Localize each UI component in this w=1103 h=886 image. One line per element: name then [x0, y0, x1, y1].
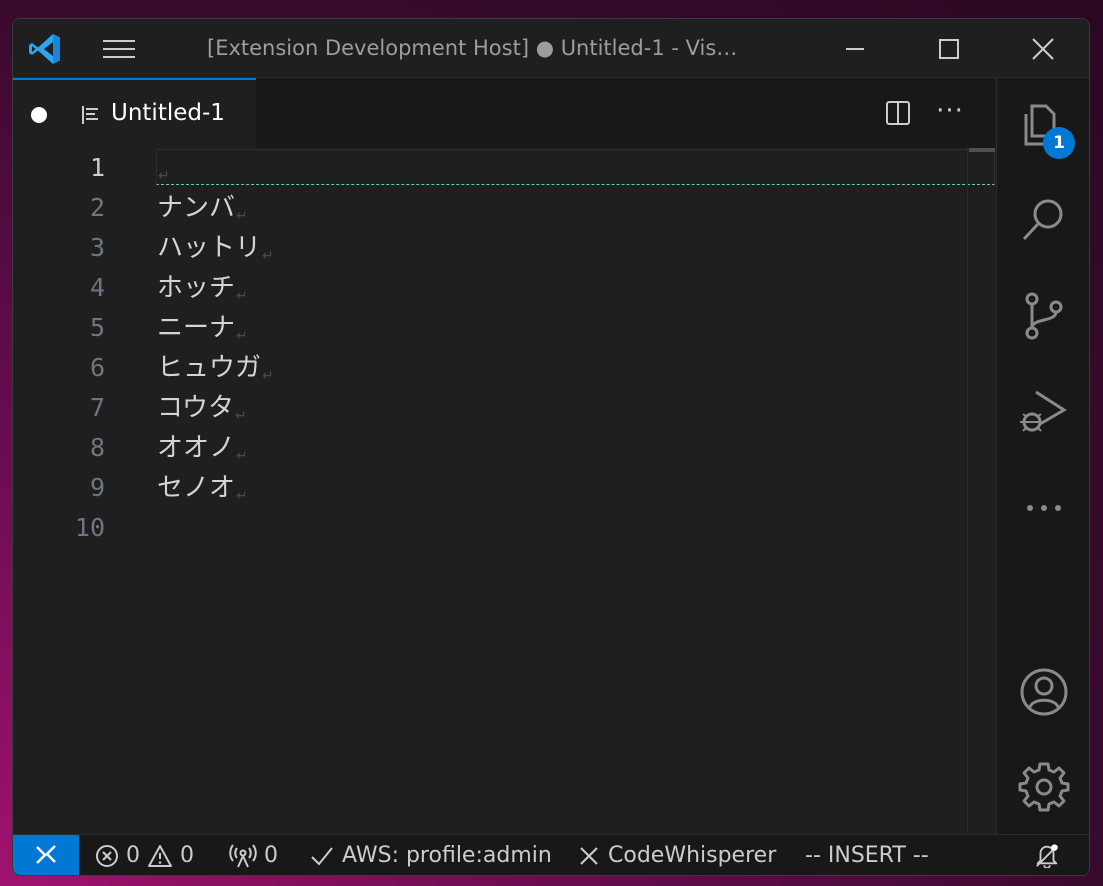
eol-marker: ↵ — [234, 408, 247, 424]
maximize-icon — [939, 39, 959, 59]
line-number: 3 — [89, 233, 105, 262]
eol-marker: ↵ — [236, 288, 248, 304]
line-number: 7 — [89, 393, 105, 422]
broadcast-icon — [229, 844, 257, 868]
accounts-icon[interactable] — [1018, 666, 1070, 718]
line-number: 4 — [89, 273, 105, 302]
eol-marker: ↵ — [236, 448, 248, 464]
line-text: ハットリ — [157, 233, 262, 263]
notifications-bell-icon[interactable] — [1033, 842, 1061, 868]
line-text: セノオ — [157, 473, 236, 503]
eol-marker: ↵ — [262, 248, 274, 264]
split-editor-icon[interactable] — [885, 100, 911, 126]
code-line[interactable]: ホッチ↵ — [157, 268, 248, 308]
maximize-button[interactable] — [919, 27, 979, 71]
activity-bar — [996, 78, 1089, 834]
error-icon — [96, 845, 118, 867]
line-text: ニーナ — [157, 313, 236, 343]
editor-tab-bar: Untitled-1 — [13, 78, 995, 148]
line-number: 2 — [89, 193, 105, 222]
code-line[interactable]: ハットリ↵ — [157, 228, 274, 268]
eol-marker: ↵ — [262, 368, 274, 384]
eol-marker: ↵ — [158, 168, 170, 184]
remote-icon — [36, 845, 56, 864]
vscode-window: [Extension Development Host] ● Untitled-… — [12, 18, 1090, 876]
eol-marker: ↵ — [236, 208, 248, 224]
eol-marker: ↵ — [236, 488, 248, 504]
source-control-icon[interactable] — [1018, 290, 1070, 342]
code-line[interactable]: コウタ↵ — [157, 388, 247, 428]
tab-label: Untitled-1 — [111, 100, 225, 126]
editor-area[interactable]: 1 2 3 4 5 6 7 8 9 10 ↵ ナンバ↵ ハットリ↵ ホッチ↵ ニ… — [13, 148, 995, 834]
line-number: 1 — [89, 153, 105, 182]
code-line[interactable]: ↵ — [157, 148, 170, 188]
tab-untitled-1[interactable]: Untitled-1 — [13, 78, 256, 148]
vscode-logo-icon — [29, 34, 60, 64]
text-file-icon — [82, 106, 98, 124]
window-title: [Extension Development Host] ● Untitled-… — [207, 36, 738, 60]
title-bar: [Extension Development Host] ● Untitled-… — [13, 19, 1089, 78]
run-debug-icon[interactable] — [1018, 384, 1070, 436]
remote-indicator-button[interactable] — [13, 835, 79, 875]
line-number: 6 — [89, 353, 105, 382]
line-text: ヒュウガ — [157, 353, 262, 383]
close-icon — [1032, 38, 1054, 60]
ports-status[interactable]: 0 — [229, 843, 278, 869]
close-button[interactable] — [1013, 27, 1073, 71]
minimize-icon — [846, 48, 864, 50]
minimap-divider — [967, 148, 968, 834]
search-icon[interactable] — [1018, 194, 1070, 246]
line-text: コウタ — [157, 393, 234, 423]
scrollbar-thumb[interactable] — [969, 148, 995, 152]
minimize-button[interactable] — [825, 27, 885, 71]
settings-gear-icon[interactable] — [1018, 760, 1070, 812]
warning-count: 0 — [180, 843, 194, 868]
line-number: 8 — [89, 433, 105, 462]
code-line[interactable]: ナンバ↵ — [157, 188, 248, 228]
explorer-badge: 1 — [1043, 127, 1075, 159]
eol-marker: ↵ — [236, 328, 248, 344]
ports-count: 0 — [264, 843, 278, 868]
problems-status[interactable]: 0 0 — [95, 843, 194, 869]
line-number: 9 — [89, 473, 105, 502]
check-icon — [311, 847, 333, 866]
x-icon — [580, 847, 598, 865]
line-text: ナンバ — [157, 193, 236, 223]
code-line[interactable]: ニーナ↵ — [157, 308, 248, 348]
vim-mode-status: -- INSERT -- — [805, 843, 929, 868]
current-line-highlight — [156, 149, 995, 185]
warning-icon — [148, 845, 172, 867]
line-text: オオノ — [157, 433, 236, 463]
code-line[interactable]: ヒュウガ↵ — [157, 348, 274, 388]
error-count: 0 — [126, 843, 140, 868]
line-text: ホッチ — [157, 273, 236, 303]
more-actions-icon[interactable]: ··· — [933, 98, 967, 128]
more-views-icon[interactable] — [1018, 482, 1070, 534]
menu-icon[interactable] — [99, 33, 139, 65]
codewhisperer-status[interactable]: CodeWhisperer — [577, 843, 776, 869]
unsaved-dot-icon[interactable] — [31, 107, 47, 123]
status-bar: 0 0 0 AWS: profile:admin CodeWhisperer -… — [13, 834, 1089, 875]
code-line[interactable]: セノオ↵ — [157, 468, 248, 508]
code-line[interactable]: オオノ↵ — [157, 428, 248, 468]
aws-profile-status[interactable]: AWS: profile:admin — [309, 843, 552, 869]
line-number: 10 — [74, 513, 105, 542]
line-number: 5 — [89, 313, 105, 342]
aws-profile-label: AWS: profile:admin — [342, 843, 552, 868]
codewhisperer-label: CodeWhisperer — [608, 843, 777, 868]
